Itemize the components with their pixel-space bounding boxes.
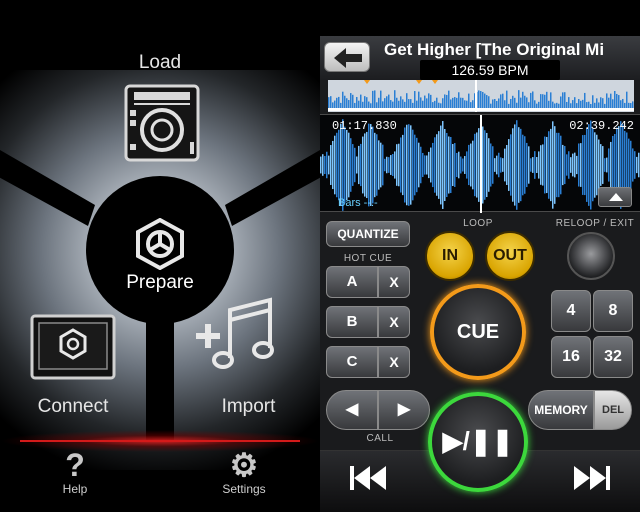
reloop-exit-button[interactable] (567, 232, 615, 280)
memory-delete-button[interactable]: DEL (594, 390, 632, 430)
elapsed-time: 01:17.830 (332, 119, 397, 133)
loop-in-button[interactable]: IN (425, 231, 475, 281)
hot-cue-a-delete-button[interactable]: X (378, 266, 410, 298)
load-label: Load (138, 52, 182, 73)
import-label: Import (221, 396, 276, 417)
help-button[interactable]: ? Help (35, 448, 115, 504)
bars-counter: Bars --.- (338, 197, 378, 209)
quantize-button[interactable]: QUANTIZE (326, 221, 410, 247)
help-label: Help (62, 482, 88, 496)
memory-button[interactable]: MEMORY (528, 390, 594, 430)
overview-waveform-graphic (328, 80, 634, 112)
loop-16-beat-button[interactable]: 16 (551, 336, 591, 378)
settings-button[interactable]: ⚙ Settings (204, 448, 284, 504)
track-title: Get Higher [The Original Mi (384, 40, 605, 59)
call-previous-cue-button[interactable]: ◀ (326, 390, 378, 430)
hot-cue-c-button[interactable]: C (326, 346, 378, 378)
call-next-cue-button[interactable]: ▶ (378, 390, 430, 430)
load-button[interactable] (120, 80, 204, 166)
laptop-rekordbox-icon (30, 314, 116, 380)
back-button[interactable] (324, 42, 370, 72)
hot-cue-a-button[interactable]: A (326, 266, 378, 298)
loop-32-beat-button[interactable]: 32 (593, 336, 633, 378)
waveform-zoom-toggle-button[interactable] (598, 187, 632, 207)
settings-label: Settings (222, 482, 266, 496)
skip-back-icon (350, 466, 386, 490)
status-bar (320, 0, 640, 36)
hot-cue-b-delete-button[interactable]: X (378, 306, 410, 338)
cdj-player-icon (124, 84, 200, 162)
reloop-exit-label: RELOOP / EXIT (555, 218, 635, 229)
plus-music-note-icon (196, 297, 274, 369)
next-track-button[interactable] (568, 458, 618, 498)
hot-cue-label: HOT CUE (343, 253, 393, 264)
call-label: CALL (366, 433, 394, 444)
back-arrow-icon (334, 48, 362, 68)
rekordbox-logo-icon (136, 218, 184, 270)
cue-button[interactable]: CUE (430, 284, 526, 380)
skip-forward-icon (574, 466, 610, 490)
play-pause-button[interactable]: ▶/❚❚ (428, 392, 528, 492)
bpm-display: 126.59 BPM (420, 60, 560, 80)
overview-waveform[interactable] (328, 80, 634, 112)
prepare-label: Prepare (126, 272, 194, 293)
hot-cue-c-delete-button[interactable]: X (378, 346, 410, 378)
connect-button[interactable] (30, 314, 116, 380)
remaining-time: 02:39.242 (569, 119, 634, 133)
triangle-left-icon: ◀ (345, 401, 359, 418)
triangle-right-icon: ▶ (397, 401, 411, 418)
main-menu-screen: Load Prepare Connect Import ? Help ⚙ Set… (0, 0, 320, 512)
connect-label: Connect (37, 396, 109, 417)
deck-screen: Get Higher [The Original Mi 126.59 BPM 0… (320, 0, 640, 512)
detail-waveform[interactable]: 01:17.830 02:39.242 Bars --.- (320, 114, 640, 213)
gear-icon: ⚙ (229, 447, 259, 483)
loop-8-beat-button[interactable]: 8 (593, 290, 633, 332)
loop-out-button[interactable]: OUT (485, 231, 535, 281)
hot-cue-b-button[interactable]: B (326, 306, 378, 338)
question-mark-icon: ? (65, 447, 85, 483)
previous-track-button[interactable] (344, 458, 394, 498)
loop-4-beat-button[interactable]: 4 (551, 290, 591, 332)
loop-label: LOOP (463, 218, 493, 229)
import-button[interactable] (190, 296, 280, 376)
